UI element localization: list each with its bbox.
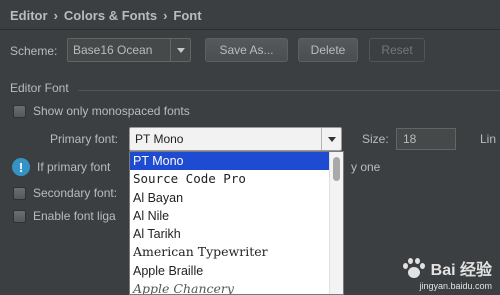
breadcrumb: Editor › Colors & Fonts › Font [10,8,202,23]
line-spacing-label: Lin [480,132,497,146]
breadcrumb-separator: › [163,8,168,23]
font-option[interactable]: PT Mono [130,152,329,171]
info-text-end: y one [351,160,381,174]
font-dropdown-list: PT Mono Source Code Pro Al Bayan Al Nile… [129,151,344,295]
chevron-down-icon [321,128,341,150]
font-option[interactable]: Source Code Pro [130,170,329,188]
watermark-brand: Bai 经验 [430,262,492,279]
font-option[interactable]: American Typewriter [130,243,329,261]
size-label: Size: [362,132,389,146]
breadcrumb-font: Font [173,8,202,23]
info-icon: ! [12,158,30,176]
group-divider [78,90,500,91]
reset-button[interactable]: Reset [369,38,425,62]
font-option[interactable]: Al Bayan [130,189,329,207]
primary-font-dropdown[interactable]: PT Mono [129,127,342,151]
breadcrumb-separator: › [53,8,58,23]
save-as-button[interactable]: Save As... [205,38,288,62]
info-text-start: If primary font [37,160,111,174]
primary-font-label: Primary font: [50,132,119,146]
header-divider [0,29,500,30]
font-option[interactable]: Apple Chancery [130,280,329,294]
secondary-font-checkbox[interactable] [13,187,26,200]
watermark: Bai 经验 jingyan.baidu.com [401,256,492,291]
monospaced-checkbox[interactable] [13,105,26,118]
scheme-label: Scheme: [10,44,58,58]
font-option[interactable]: Al Tarikh [130,225,329,243]
font-option[interactable]: Al Nile [130,207,329,225]
watermark-url: jingyan.baidu.com [419,281,492,291]
delete-button[interactable]: Delete [298,38,358,62]
editor-font-group-label: Editor Font [10,81,69,95]
paw-logo-icon [401,257,427,279]
size-input[interactable]: 18 [396,128,456,150]
monospaced-label: Show only monospaced fonts [33,104,190,118]
ligatures-label: Enable font liga [33,209,116,223]
secondary-font-label: Secondary font: [33,186,118,200]
primary-font-value: PT Mono [135,132,184,146]
breadcrumb-colors-fonts[interactable]: Colors & Fonts [64,8,157,23]
scheme-value: Base16 Ocean [73,43,153,57]
dropdown-scroll-thumb[interactable] [333,157,340,181]
ligatures-checkbox[interactable] [13,210,26,223]
chevron-down-icon [170,39,190,61]
font-option[interactable]: Apple Braille [130,262,329,280]
scheme-dropdown[interactable]: Base16 Ocean [67,38,191,62]
breadcrumb-editor[interactable]: Editor [10,8,48,23]
